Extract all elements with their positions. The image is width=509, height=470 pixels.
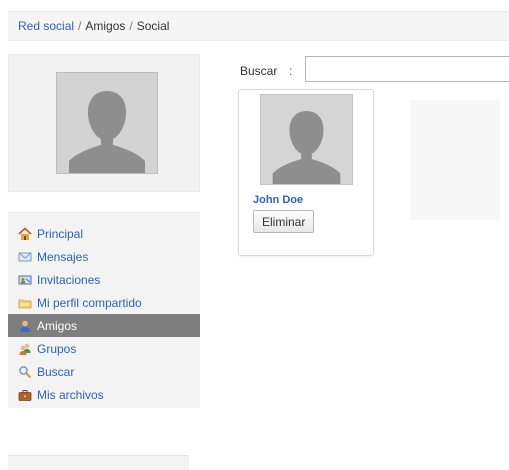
remove-friend-button[interactable]: Eliminar — [253, 210, 315, 233]
friend-avatar[interactable] — [260, 94, 353, 185]
folder-icon — [18, 296, 32, 310]
sidebar-item-grupos[interactable]: Grupos — [8, 337, 200, 360]
breadcrumb-link-red-social[interactable]: Red social — [18, 19, 74, 33]
breadcrumb-separator: / — [78, 19, 82, 33]
search-icon — [18, 365, 32, 379]
user-icon — [18, 319, 32, 333]
breadcrumb: Red social / Amigos / Social — [8, 11, 509, 41]
envelope-icon — [18, 250, 32, 264]
friend-card: John Doe Eliminar — [238, 89, 374, 256]
sidebar-item-invitaciones[interactable]: Invitaciones — [8, 268, 200, 291]
sidebar-item-label: Mensajes — [37, 249, 89, 264]
default-user-silhouette-icon — [262, 95, 351, 184]
sidebar-item-label: Amigos — [37, 318, 78, 333]
sidebar-bottom-panel — [8, 455, 189, 470]
background-decoration — [410, 100, 500, 220]
default-user-silhouette-icon — [57, 73, 157, 173]
invitation-icon — [18, 273, 32, 287]
sidebar-item-label: Principal — [37, 226, 84, 241]
profile-avatar — [56, 72, 158, 174]
sidebar-item-label: Mi perfil compartido — [37, 295, 142, 310]
sidebar-item-label: Grupos — [37, 341, 77, 356]
home-icon — [18, 226, 32, 241]
sidebar-item-mis-archivos[interactable]: Mis archivos — [8, 383, 200, 406]
sidebar-item-label: Mis archivos — [37, 387, 104, 402]
sidebar-item-amigos[interactable]: Amigos — [8, 314, 200, 337]
profile-avatar-panel — [8, 54, 200, 192]
sidebar-item-mensajes[interactable]: Mensajes — [8, 245, 200, 268]
sidebar-menu: Principal Mensajes Invitaciones Mi perfi… — [8, 212, 200, 408]
breadcrumb-separator: / — [129, 19, 133, 33]
search-label: Buscar — [240, 64, 278, 78]
sidebar-item-label: Buscar — [37, 364, 75, 379]
breadcrumb-item-social: Social — [136, 19, 170, 33]
breadcrumb-item-amigos: Amigos — [85, 19, 126, 33]
briefcase-icon — [18, 388, 32, 402]
sidebar-item-label: Invitaciones — [37, 272, 101, 287]
sidebar-item-principal[interactable]: Principal — [8, 222, 200, 245]
friend-name-link[interactable]: John Doe — [253, 194, 303, 206]
search-input[interactable] — [305, 56, 509, 82]
sidebar-item-mi-perfil-compartido[interactable]: Mi perfil compartido — [8, 291, 200, 314]
search-label-colon: : — [289, 64, 293, 78]
group-icon — [18, 342, 32, 356]
sidebar-item-buscar[interactable]: Buscar — [8, 360, 200, 383]
